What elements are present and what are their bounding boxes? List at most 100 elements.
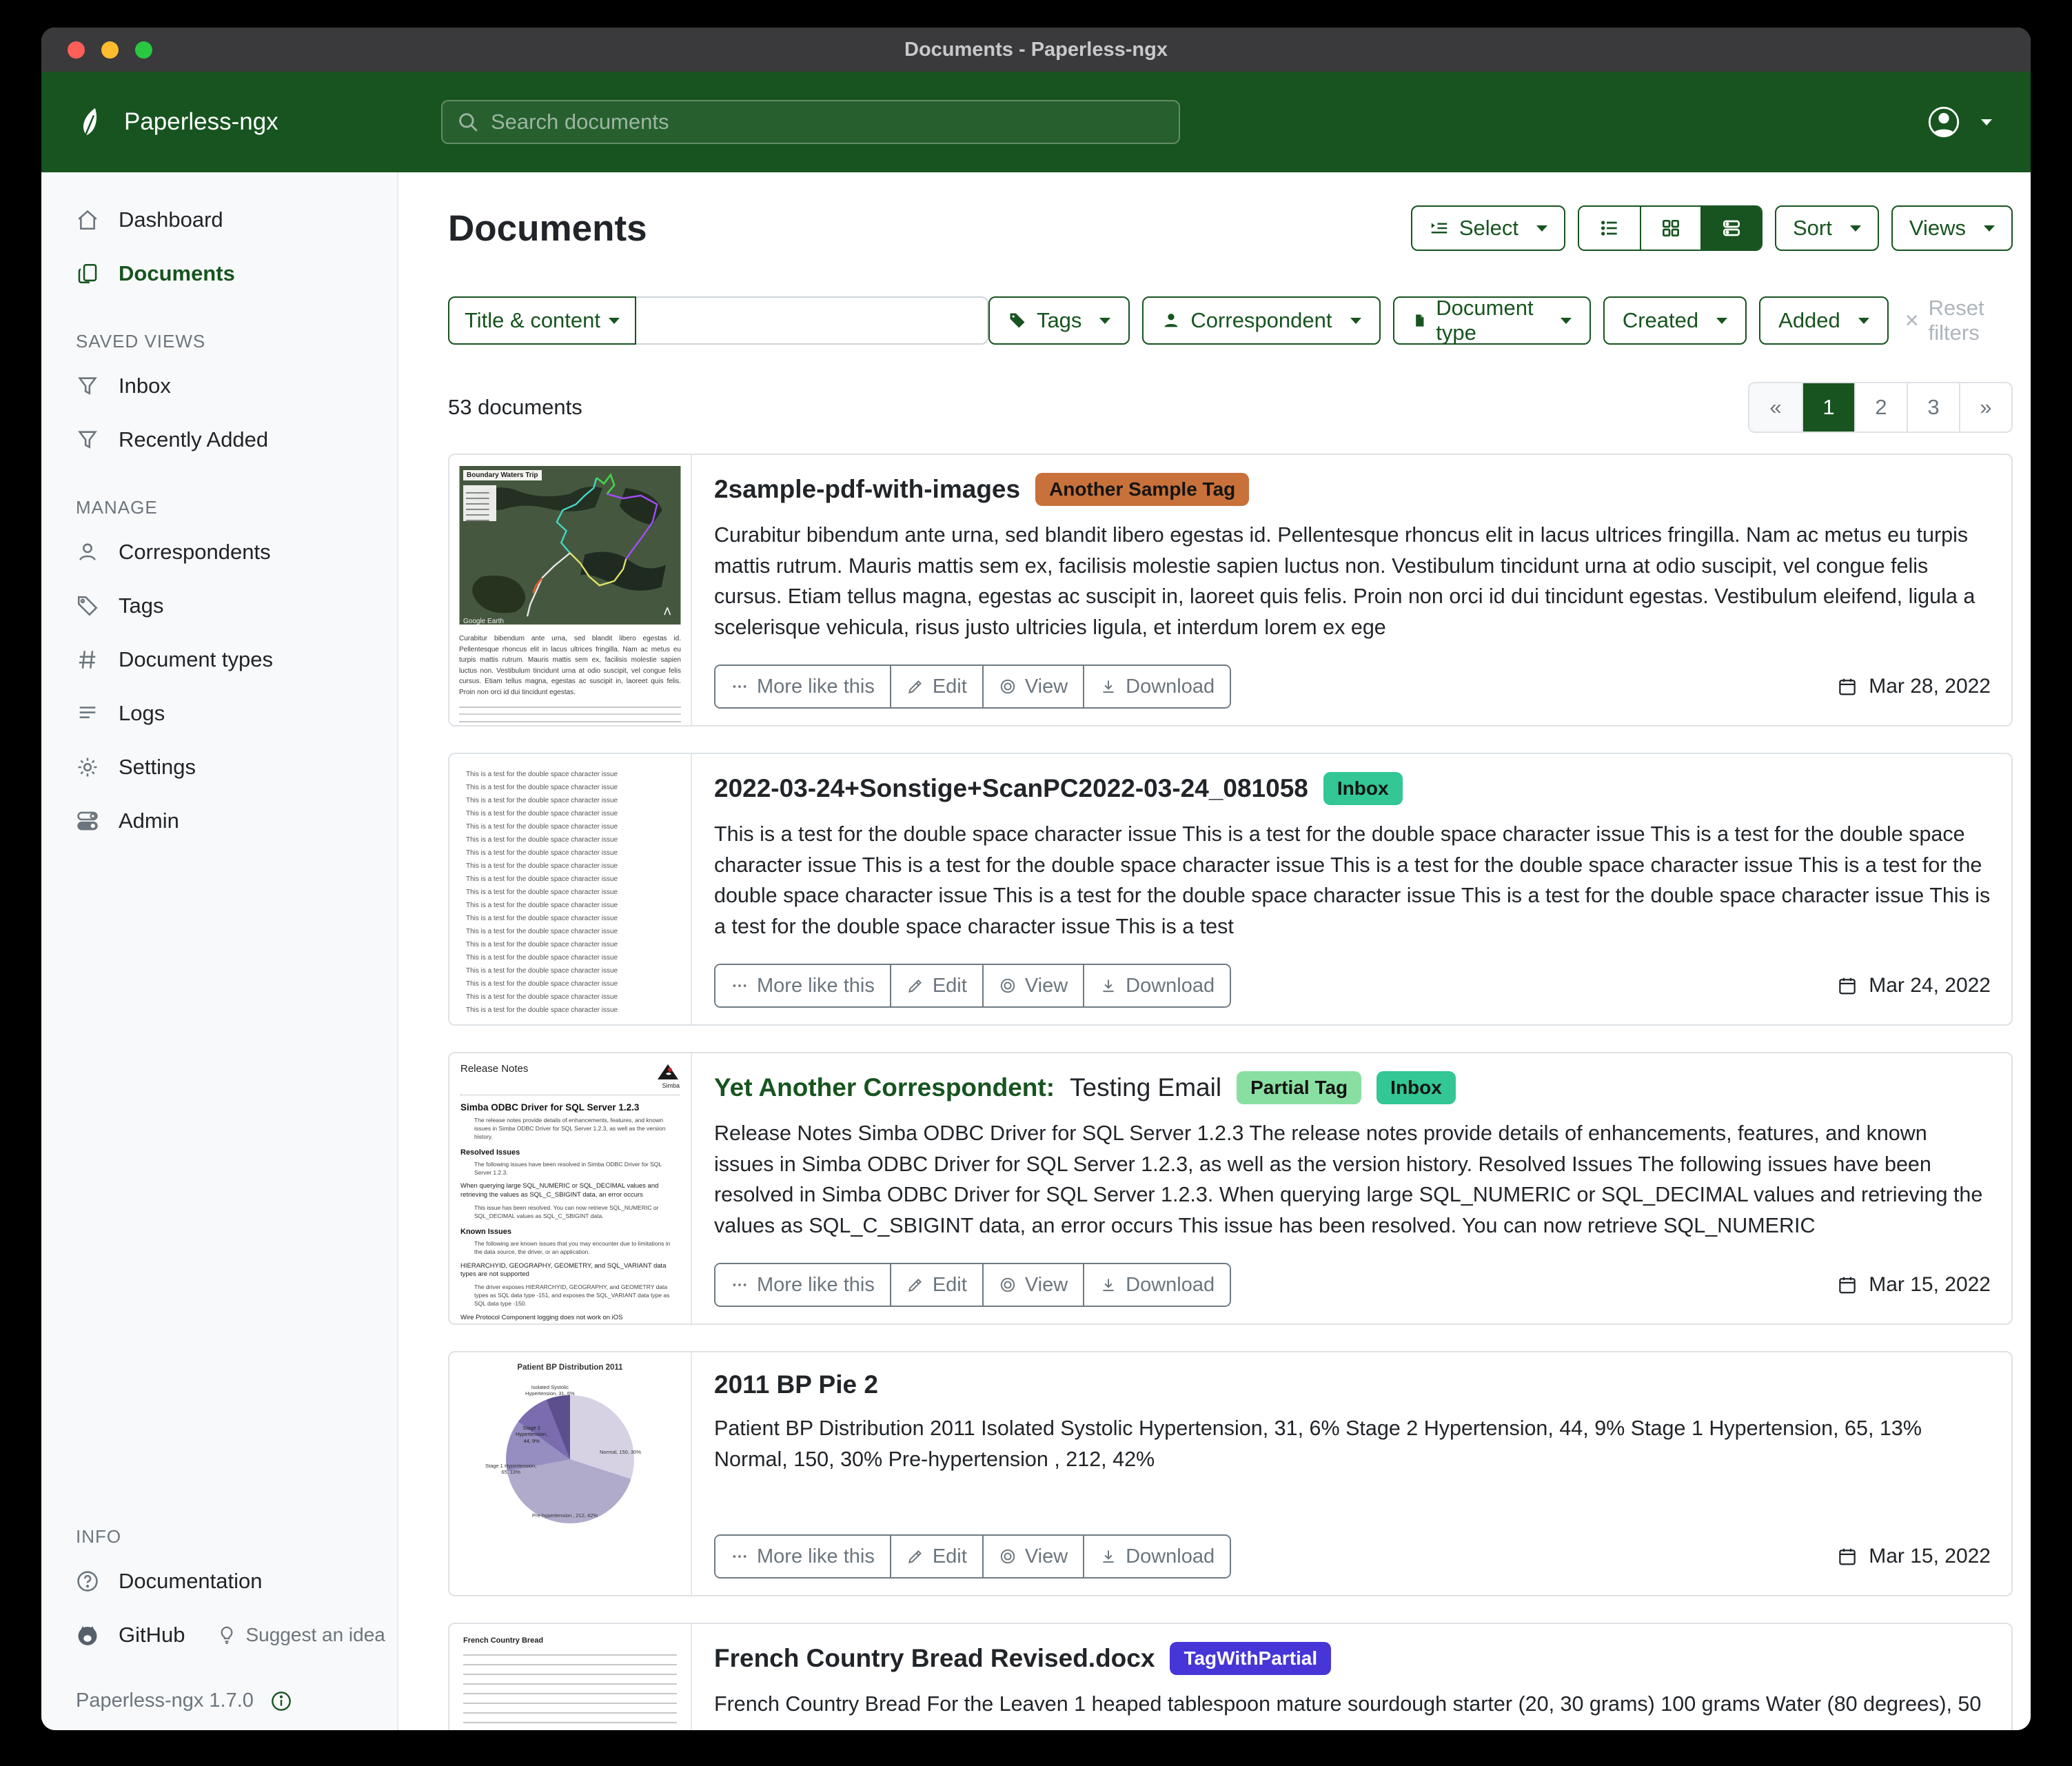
download-button[interactable]: Download: [1083, 965, 1230, 1006]
document-thumbnail[interactable]: This is a test for the double space char…: [449, 754, 692, 1024]
tag-badge[interactable]: Inbox: [1377, 1071, 1456, 1104]
reset-filters-button[interactable]: × Reset filters: [1901, 296, 2013, 345]
tag-badge[interactable]: Inbox: [1323, 772, 1403, 805]
pagination-page-3[interactable]: 3: [1907, 383, 1959, 432]
sidebar-item-documentation[interactable]: Documentation: [41, 1554, 397, 1608]
document-title[interactable]: French Country Bread Revised.docx: [714, 1644, 1155, 1673]
brand[interactable]: Paperless-ngx: [41, 106, 441, 138]
document-type-filter-button[interactable]: Document type: [1392, 296, 1591, 345]
view-label: View: [1024, 1545, 1068, 1567]
suggest-idea-link[interactable]: Suggest an idea: [216, 1624, 385, 1646]
zoom-window-button[interactable]: [135, 41, 152, 59]
views-label: Views: [1909, 216, 1966, 240]
sidebar-item-correspondents[interactable]: Correspondents: [41, 525, 397, 579]
document-actions: More like this Edit View Download: [714, 964, 1232, 1008]
sidebar-item-label: Documents: [119, 261, 235, 285]
detail-view-button[interactable]: [1700, 207, 1761, 250]
document-thumbnail[interactable]: Release Notes Simba Simba ODBC Driver fo…: [449, 1053, 692, 1323]
grid-view-button[interactable]: [1640, 207, 1700, 250]
view-button[interactable]: View: [982, 666, 1084, 707]
tag-badge[interactable]: TagWithPartial: [1170, 1642, 1332, 1675]
document-actions: More like this Edit View Download: [714, 664, 1232, 709]
caret-down-icon: [1984, 225, 1995, 232]
edit-button[interactable]: Edit: [889, 666, 982, 707]
more-like-this-button[interactable]: More like this: [715, 1536, 890, 1577]
title-content-filter-input[interactable]: [636, 296, 988, 345]
sidebar-item-github[interactable]: GitHub: [41, 1608, 185, 1662]
thumbnail-issue: When querying large SQL_NUMERIC or SQL_D…: [460, 1182, 659, 1199]
sidebar-item-inbox[interactable]: Inbox: [41, 359, 397, 413]
view-button[interactable]: View: [982, 1264, 1084, 1306]
list-view-button[interactable]: [1579, 207, 1640, 250]
created-filter-button[interactable]: Created: [1603, 296, 1747, 345]
thumbnail-text: This is a test for the double space char…: [466, 771, 618, 1014]
document-title[interactable]: 2011 BP Pie 2: [714, 1370, 878, 1399]
document-date: Mar 24, 2022: [1837, 974, 1991, 997]
download-button[interactable]: Download: [1083, 666, 1230, 707]
sort-button[interactable]: Sort: [1775, 205, 1879, 251]
download-button[interactable]: Download: [1083, 1536, 1230, 1577]
view-button[interactable]: View: [982, 1536, 1084, 1577]
sidebar-item-tags[interactable]: Tags: [41, 579, 397, 633]
document-date: Mar 15, 2022: [1837, 1273, 1991, 1297]
sidebar-item-admin[interactable]: Admin: [41, 794, 397, 848]
download-label: Download: [1126, 1273, 1215, 1296]
edit-button[interactable]: Edit: [889, 965, 982, 1006]
document-description: French Country Bread For the Leaven 1 he…: [714, 1692, 1982, 1716]
select-button[interactable]: Select: [1410, 205, 1565, 251]
thumbnail-heading: Release Notes: [460, 1063, 529, 1075]
sidebar-item-dashboard[interactable]: Dashboard: [41, 193, 397, 247]
document-thumbnail[interactable]: Patient BP Distribution 2011 Isolated Sy…: [449, 1352, 692, 1595]
view-button[interactable]: View: [982, 965, 1084, 1006]
sidebar-item-documents[interactable]: Documents: [41, 247, 397, 301]
list-view-icon: [1601, 221, 1617, 236]
edit-button[interactable]: Edit: [889, 1264, 982, 1306]
view-toggle-group: [1578, 205, 1763, 251]
sidebar-item-document-types[interactable]: Document types: [41, 633, 397, 687]
pie-chart: [506, 1395, 634, 1523]
sidebar-item-label: GitHub: [119, 1623, 185, 1647]
minimize-window-button[interactable]: [101, 41, 119, 59]
added-filter-button[interactable]: Added: [1759, 296, 1889, 345]
sidebar-item-settings[interactable]: Settings: [41, 740, 397, 794]
sidebar-item-recently-added[interactable]: Recently Added: [41, 413, 397, 467]
edit-button[interactable]: Edit: [889, 1536, 982, 1577]
close-window-button[interactable]: [68, 41, 85, 59]
caret-down-icon: [1099, 317, 1111, 324]
more-like-this-label: More like this: [757, 675, 875, 698]
document-title[interactable]: 2022-03-24+Sonstige+ScanPC2022-03-24_081…: [714, 774, 1308, 803]
document-correspondent[interactable]: Yet Another Correspondent:: [714, 1073, 1055, 1102]
sidebar-item-logs[interactable]: Logs: [41, 687, 397, 740]
user-menu[interactable]: [1927, 105, 2031, 139]
more-like-this-button[interactable]: More like this: [715, 1264, 890, 1306]
pagination-next-button[interactable]: »: [1959, 383, 2011, 432]
paperless-leaf-logo-icon: [83, 108, 97, 136]
user-avatar-icon: [1928, 106, 1960, 138]
view-label: View: [1024, 1273, 1068, 1296]
pagination-prev-button[interactable]: «: [1749, 383, 1802, 432]
window-title: Documents - Paperless-ngx: [904, 38, 1168, 61]
tag-badge[interactable]: Another Sample Tag: [1035, 473, 1250, 506]
document-thumbnail[interactable]: Boundary Waters Trip Google Earth Curabi…: [449, 455, 692, 725]
tag-badge[interactable]: Partial Tag: [1237, 1071, 1362, 1104]
document-title[interactable]: 2sample-pdf-with-images: [714, 475, 1020, 504]
search-input[interactable]: [491, 110, 1165, 134]
search-field-selector-button[interactable]: Title & content: [448, 296, 637, 345]
sidebar: Dashboard Documents SAVED VIEWS Inbox Re…: [41, 172, 398, 1730]
more-like-this-button[interactable]: More like this: [715, 666, 890, 707]
map-legend: [463, 485, 496, 521]
pagination-page-2[interactable]: 2: [1854, 383, 1907, 432]
document-title[interactable]: Testing Email: [1070, 1073, 1221, 1102]
document-thumbnail[interactable]: French Country Bread: [449, 1624, 692, 1730]
created-filter-label: Created: [1622, 308, 1699, 332]
views-button[interactable]: Views: [1891, 205, 2013, 251]
download-icon: [1103, 680, 1114, 693]
reset-filters-label: Reset filters: [1928, 296, 1984, 345]
correspondent-filter-button[interactable]: Correspondent: [1142, 296, 1381, 345]
tags-filter-button[interactable]: Tags: [988, 296, 1130, 345]
pagination-page-1[interactable]: 1: [1802, 383, 1854, 432]
download-button[interactable]: Download: [1083, 1264, 1230, 1306]
more-like-this-button[interactable]: More like this: [715, 965, 890, 1006]
info-circle-icon[interactable]: [270, 1690, 292, 1712]
document-card: Boundary Waters Trip Google Earth Curabi…: [448, 454, 2013, 727]
